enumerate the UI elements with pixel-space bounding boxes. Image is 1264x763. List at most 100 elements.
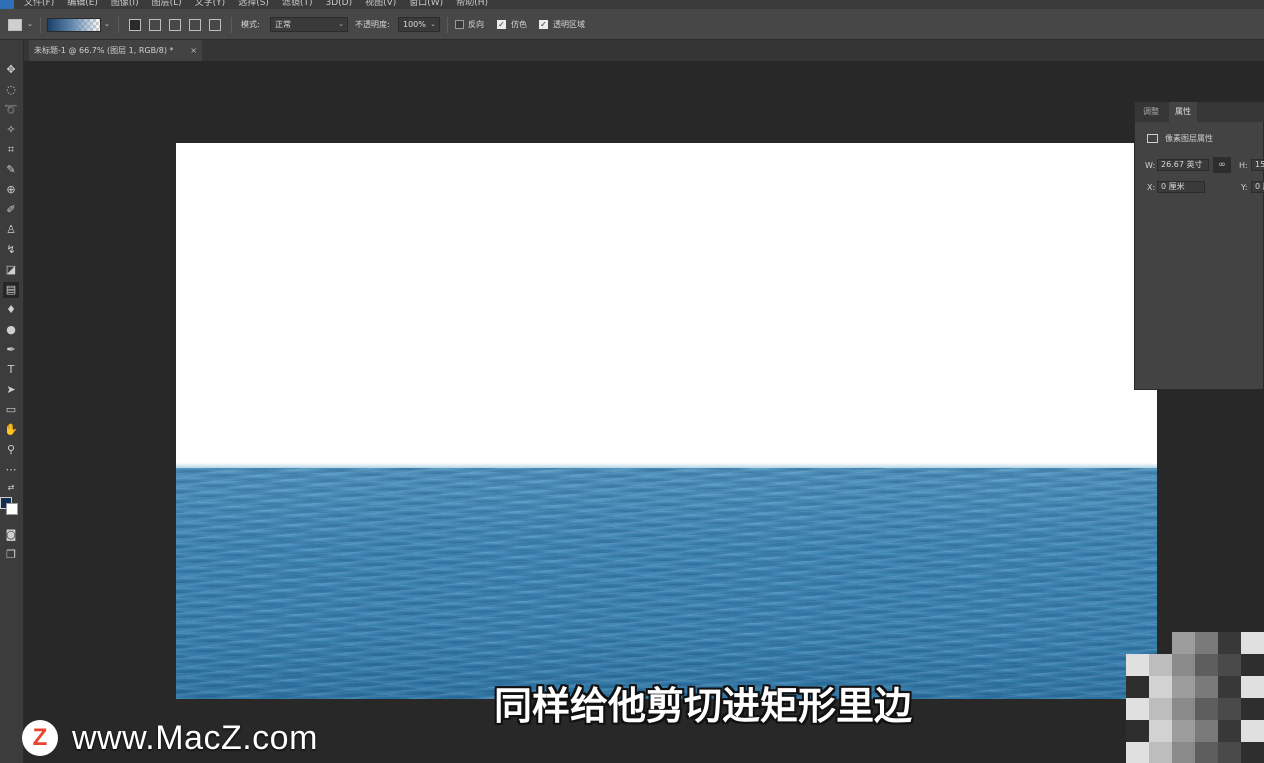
mosaic-cell <box>1218 654 1241 676</box>
menu-bar: 文件(F) 编辑(E) 图像(I) 图层(L) 文字(Y) 选择(S) 滤镜(T… <box>0 0 1264 9</box>
chevron-down-icon[interactable]: ⌄ <box>27 9 33 40</box>
width-field[interactable]: 26.67 英寸 <box>1157 159 1209 171</box>
pen-tool-icon[interactable]: ✒ <box>3 342 19 358</box>
link-icon[interactable]: ∞ <box>1213 157 1231 173</box>
gradient-chevron-icon[interactable]: ⌄ <box>104 9 110 40</box>
more-tools-icon[interactable]: ⋯ <box>3 462 19 478</box>
mosaic-cell <box>1172 742 1195 763</box>
swap-colors-icon[interactable]: ⇄ <box>3 480 19 496</box>
y-field[interactable]: 0 厘 <box>1251 181 1264 193</box>
video-subtitle: 同样给他剪切进矩形里边 <box>494 684 913 728</box>
eyedropper-tool-icon[interactable]: ✎ <box>3 162 19 178</box>
menu-type[interactable]: 文字(Y) <box>195 0 226 8</box>
reflected-gradient-icon[interactable] <box>189 19 201 31</box>
menu-view[interactable]: 视图(V) <box>365 0 396 8</box>
transparency-checkbox[interactable]: ✓ <box>539 20 548 29</box>
divider <box>231 17 232 33</box>
marquee-tool-icon[interactable]: ◌ <box>3 82 19 98</box>
mosaic-cell <box>1149 742 1172 763</box>
height-label: H: <box>1239 161 1248 170</box>
divider <box>40 17 41 33</box>
mosaic-cell <box>1195 698 1218 720</box>
reverse-label: 反向 <box>468 20 484 29</box>
move-tool-icon[interactable]: ✥ <box>3 62 19 78</box>
chevron-down-icon: ⌄ <box>430 20 436 28</box>
gradient-tool-icon[interactable]: ▤ <box>3 282 19 298</box>
height-field[interactable]: 15 <box>1251 159 1264 171</box>
menu-image[interactable]: 图像(I) <box>111 0 139 8</box>
mosaic-cell <box>1241 720 1264 742</box>
tab-adjustments[interactable]: 调整 <box>1137 102 1165 122</box>
opacity-value: 100% <box>403 20 426 29</box>
document-canvas[interactable] <box>176 143 1157 699</box>
diamond-gradient-icon[interactable] <box>209 19 221 31</box>
sea-image-layer[interactable] <box>176 468 1157 699</box>
zoom-tool-icon[interactable]: ⚲ <box>3 442 19 458</box>
mosaic-blur-overlay <box>1126 632 1264 763</box>
tab-properties[interactable]: 属性 <box>1169 102 1197 122</box>
mosaic-cell <box>1241 742 1264 763</box>
macz-logo-letter: Z <box>32 724 48 751</box>
menu-help[interactable]: 帮助(H) <box>456 0 488 8</box>
linear-gradient-icon[interactable] <box>129 19 141 31</box>
magic-wand-tool-icon[interactable]: ✧ <box>3 122 19 138</box>
menu-window[interactable]: 窗口(W) <box>409 0 443 8</box>
menu-select[interactable]: 选择(S) <box>238 0 269 8</box>
reverse-checkbox[interactable] <box>455 20 464 29</box>
opacity-field[interactable]: 100% ⌄ <box>398 17 440 32</box>
mosaic-cell <box>1195 676 1218 698</box>
document-tab[interactable]: 未标题-1 @ 66.7% (图层 1, RGB/8) * × <box>29 40 202 61</box>
menu-file[interactable]: 文件(F) <box>24 0 54 8</box>
mosaic-cell <box>1149 654 1172 676</box>
photoshop-logo <box>0 0 14 9</box>
close-icon[interactable]: × <box>190 40 197 61</box>
document-tab-title: 未标题-1 @ 66.7% (图层 1, RGB/8) * <box>34 46 174 55</box>
menu-edit[interactable]: 编辑(E) <box>67 0 98 8</box>
menu-filter[interactable]: 滤镜(T) <box>282 0 313 8</box>
dither-checkbox[interactable]: ✓ <box>497 20 506 29</box>
mosaic-cell <box>1126 632 1149 654</box>
stamp-tool-icon[interactable]: ♙ <box>3 222 19 238</box>
quick-mask-icon[interactable]: ◙ <box>3 527 19 543</box>
crop-tool-icon[interactable]: ⌗ <box>3 142 19 158</box>
mosaic-cell <box>1172 654 1195 676</box>
angle-gradient-icon[interactable] <box>169 19 181 31</box>
radial-gradient-icon[interactable] <box>149 19 161 31</box>
watermark: Z www.MacZ.com <box>22 716 318 760</box>
mosaic-cell <box>1126 698 1149 720</box>
gradient-picker[interactable] <box>47 18 101 32</box>
background-color-swatch[interactable] <box>6 503 18 515</box>
eraser-tool-icon[interactable]: ◪ <box>3 262 19 278</box>
menu-3d[interactable]: 3D(D) <box>325 0 352 8</box>
mosaic-cell <box>1172 720 1195 742</box>
menu-layer[interactable]: 图层(L) <box>152 0 182 8</box>
tool-preset-picker-icon[interactable] <box>8 19 22 31</box>
healing-brush-tool-icon[interactable]: ⊕ <box>3 182 19 198</box>
type-tool-icon[interactable]: T <box>3 362 19 378</box>
transparency-label: 透明区域 <box>553 20 585 29</box>
x-field[interactable]: 0 厘米 <box>1157 181 1205 193</box>
dodge-tool-icon[interactable]: ● <box>3 322 19 338</box>
brush-tool-icon[interactable]: ✐ <box>3 202 19 218</box>
properties-panel-tabs: 调整 属性 <box>1135 102 1264 122</box>
canvas-area[interactable] <box>24 61 1264 763</box>
mosaic-cell <box>1149 698 1172 720</box>
history-brush-tool-icon[interactable]: ↯ <box>3 242 19 258</box>
mosaic-cell <box>1218 742 1241 763</box>
hand-tool-icon[interactable]: ✋ <box>3 422 19 438</box>
mode-value: 正常 <box>275 20 291 29</box>
mosaic-cell <box>1195 742 1218 763</box>
blur-tool-icon[interactable]: ♦ <box>3 302 19 318</box>
mosaic-cell <box>1149 632 1172 654</box>
mosaic-cell <box>1218 698 1241 720</box>
lasso-tool-icon[interactable]: ➰ <box>3 102 19 118</box>
mosaic-cell <box>1172 676 1195 698</box>
mode-dropdown[interactable]: 正常 ⌄ <box>270 17 348 32</box>
mosaic-cell <box>1149 720 1172 742</box>
mosaic-cell <box>1172 698 1195 720</box>
mosaic-cell <box>1149 676 1172 698</box>
screen-mode-icon[interactable]: ❐ <box>3 547 19 563</box>
rectangle-tool-icon[interactable]: ▭ <box>3 402 19 418</box>
photoshop-window: 文件(F) 编辑(E) 图像(I) 图层(L) 文字(Y) 选择(S) 滤镜(T… <box>0 0 1264 763</box>
path-selection-tool-icon[interactable]: ➤ <box>3 382 19 398</box>
